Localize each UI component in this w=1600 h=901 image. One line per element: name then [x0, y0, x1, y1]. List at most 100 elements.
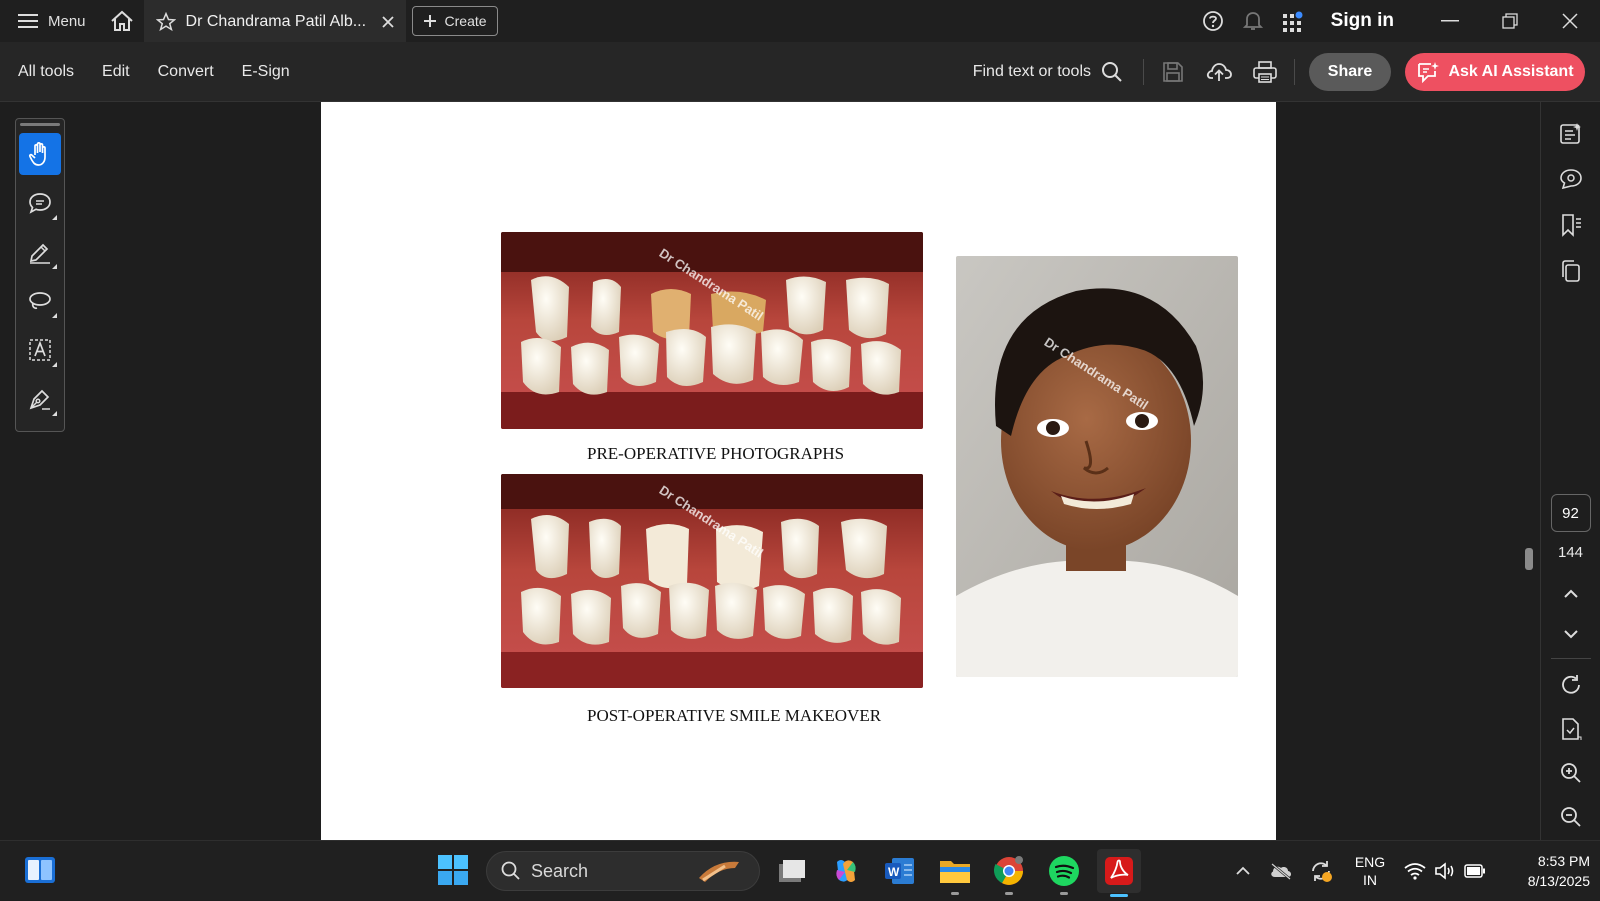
zoom-out-button[interactable]	[1541, 795, 1600, 839]
sign-in-link[interactable]: Sign in	[1313, 10, 1420, 32]
minimize-button[interactable]	[1420, 0, 1480, 42]
pen-icon	[29, 243, 50, 264]
show-hidden-icons-button[interactable]	[1228, 841, 1258, 901]
toolbar-divider	[1143, 58, 1144, 85]
network-volume-battery[interactable]	[1402, 841, 1488, 901]
running-indicator	[951, 892, 959, 895]
spotify-app[interactable]	[1046, 853, 1082, 895]
menu-button[interactable]: Menu	[0, 0, 100, 42]
wifi-icon	[1404, 863, 1426, 880]
widgets-button[interactable]	[24, 855, 56, 885]
highlight-tool[interactable]	[19, 231, 61, 273]
document-page: Dr Chandrama Patil PRE-OPERATIVE PHOTOGR…	[321, 102, 1276, 840]
draw-tool[interactable]	[19, 280, 61, 322]
toolbar-divider	[1294, 58, 1295, 85]
edit-menu[interactable]: Edit	[88, 63, 144, 81]
task-view-button[interactable]	[774, 853, 810, 889]
pages-panel-button[interactable]	[1541, 248, 1600, 294]
star-icon[interactable]	[155, 12, 176, 32]
vertical-scrollbar-thumb[interactable]	[1525, 548, 1533, 570]
active-indicator	[1110, 894, 1128, 897]
sync-tray[interactable]	[1306, 841, 1336, 901]
language-indicator[interactable]: ENG IN	[1350, 841, 1390, 901]
total-pages: 144	[1557, 544, 1584, 561]
restore-button[interactable]	[1480, 0, 1540, 42]
copilot-app[interactable]	[828, 853, 864, 889]
current-page-input[interactable]: 92	[1550, 494, 1591, 532]
bell-icon	[1242, 12, 1263, 30]
find-text-tools[interactable]: Find text or tools	[959, 61, 1137, 83]
notifications-button[interactable]	[1233, 0, 1273, 42]
quick-tools-palette	[15, 118, 65, 432]
task-view-icon	[779, 860, 805, 882]
home-icon	[110, 10, 133, 31]
print-button[interactable]	[1242, 42, 1288, 102]
cloud-offline-icon	[1271, 863, 1291, 880]
widgets-icon	[25, 857, 55, 883]
upload-button[interactable]	[1196, 42, 1242, 102]
apps-grid-icon	[1282, 11, 1303, 32]
rail-divider	[1550, 658, 1591, 659]
create-button[interactable]: Create	[411, 6, 498, 36]
ai-label: Ask AI Assistant	[1448, 62, 1574, 80]
copilot-icon	[836, 860, 856, 882]
document-edit-icon	[1560, 123, 1581, 144]
folder-icon	[940, 861, 970, 883]
word-icon: W	[885, 858, 914, 884]
rotate-icon	[1562, 675, 1580, 694]
text-recognition-tool[interactable]	[19, 329, 61, 371]
next-page-button[interactable]	[1541, 614, 1600, 654]
bookmark-icon	[1562, 214, 1581, 237]
help-button[interactable]	[1193, 0, 1233, 42]
windows-logo-icon	[438, 855, 468, 885]
hand-tool[interactable]	[19, 133, 61, 175]
previous-page-button[interactable]	[1541, 574, 1600, 614]
share-button[interactable]: Share	[1309, 52, 1391, 91]
word-app[interactable]: W	[882, 853, 918, 889]
page-fit-button[interactable]	[1541, 707, 1600, 751]
volume-icon	[1435, 862, 1454, 880]
apps-button[interactable]	[1273, 0, 1313, 42]
home-button[interactable]	[100, 0, 144, 42]
submenu-indicator	[52, 411, 57, 416]
system-clock[interactable]: 8:53 PM 8/13/2025	[1496, 851, 1590, 891]
palette-grip[interactable]	[20, 123, 60, 126]
taskbar-search[interactable]: Search	[486, 851, 760, 891]
start-button[interactable]	[438, 855, 468, 890]
lasso-icon	[29, 292, 51, 310]
comment-icon	[29, 193, 51, 214]
chrome-app[interactable]	[991, 853, 1027, 895]
convert-menu[interactable]: Convert	[144, 63, 228, 81]
rotate-button[interactable]	[1541, 663, 1600, 707]
zoom-in-button[interactable]	[1541, 751, 1600, 795]
svg-text:W: W	[888, 865, 900, 879]
all-tools-menu[interactable]: All tools	[0, 63, 88, 81]
close-icon	[1562, 13, 1578, 29]
acrobat-app[interactable]	[1097, 849, 1141, 897]
bookmarks-panel-button[interactable]	[1541, 202, 1600, 248]
file-explorer-app[interactable]	[937, 853, 973, 895]
ask-ai-assistant-button[interactable]: Ask AI Assistant	[1405, 52, 1585, 91]
sign-tool[interactable]	[19, 378, 61, 420]
sync-warning-icon	[1312, 861, 1332, 882]
title-bar: Menu Dr Chandrama Patil Alb... Create Si…	[0, 0, 1600, 42]
hand-icon	[28, 142, 46, 166]
post-operative-photo: Dr Chandrama Patil	[501, 474, 923, 688]
submenu-indicator	[52, 215, 57, 220]
fountain-pen-icon	[29, 389, 50, 410]
restore-icon	[1502, 13, 1518, 29]
main-toolbar: All tools Edit Convert E-Sign Find text …	[0, 42, 1600, 102]
comments-panel-button[interactable]	[1541, 156, 1600, 202]
comment-tool[interactable]	[19, 182, 61, 224]
save-button[interactable]	[1150, 42, 1196, 102]
document-tab[interactable]: Dr Chandrama Patil Alb...	[143, 0, 406, 42]
language-code: ENG	[1354, 854, 1386, 870]
onedrive-tray[interactable]	[1266, 841, 1296, 901]
save-icon	[1163, 61, 1183, 82]
close-tab-icon[interactable]	[381, 16, 394, 28]
close-window-button[interactable]	[1540, 0, 1600, 42]
edit-pdf-panel-button[interactable]	[1541, 110, 1600, 156]
chevron-up-icon	[1236, 866, 1250, 875]
esign-menu[interactable]: E-Sign	[228, 63, 304, 81]
page-fit-icon	[1562, 718, 1582, 740]
